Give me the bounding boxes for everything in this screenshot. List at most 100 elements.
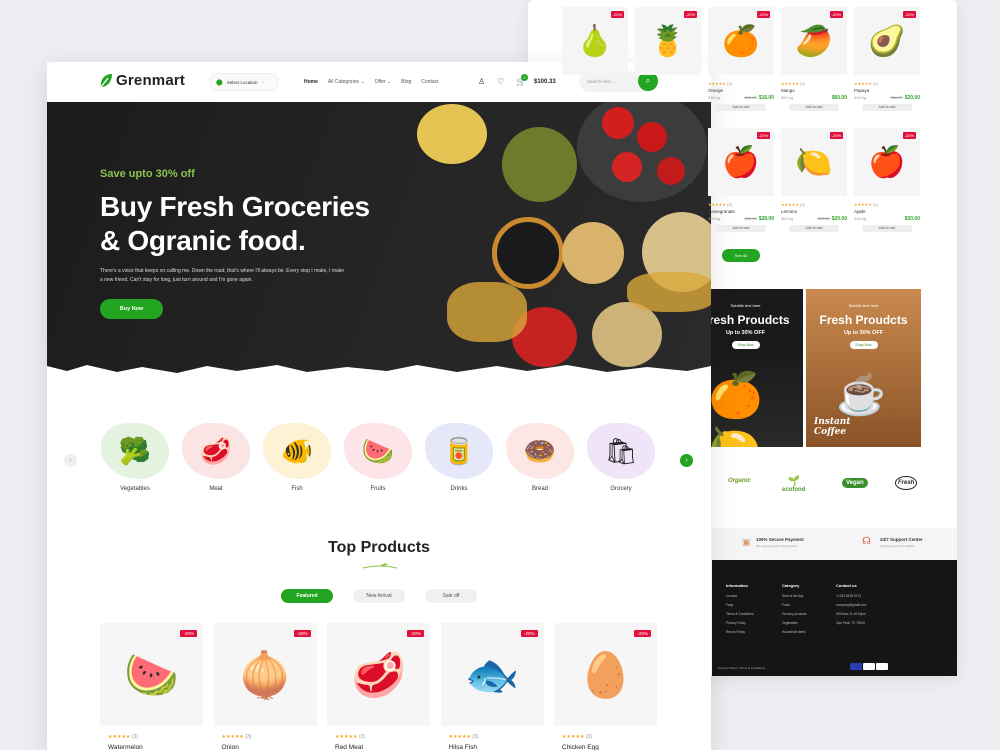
footer-link[interactable]: Contact (726, 594, 754, 598)
add-to-cart-button[interactable]: Add to cart (789, 225, 839, 232)
category-item[interactable]: 🍩 Bread (505, 423, 575, 492)
nav-offer[interactable]: Offer ⌄ (375, 79, 392, 85)
back-product-card[interactable]: 🥭 -20% ★★★★★ (3) Mango 500 kg $60.00 Add to ca… (781, 7, 847, 119)
nav-all-categories[interactable]: All Categories ⌄ (328, 79, 365, 85)
rating-stars: ★★★★★ (3) (854, 202, 878, 207)
back-product-card[interactable]: 🍋 -20% ★★★★★ (3) Lemons 500 kg $30.00 $20.00 Ad… (781, 128, 847, 240)
category-label: Meat (209, 486, 223, 492)
back-product-card[interactable]: 🍍 -20% (635, 7, 701, 119)
product-card[interactable]: 🐟 -20% ★★★★★ (3) Hilsa Fish (440, 623, 544, 750)
category-next-button[interactable]: › (680, 454, 693, 467)
discount-badge: -20% (902, 11, 916, 18)
rating-stars: ★★★★★ (3) (562, 734, 592, 740)
category-label: Fruits (370, 486, 386, 492)
brand-name: Grenmart (116, 72, 186, 89)
footer-link[interactable]: Vegetables (782, 621, 806, 625)
category-item[interactable]: 🥩 Meat (181, 423, 251, 492)
chevron-down-icon: ⌄ (261, 79, 266, 84)
discount-badge: -20% (756, 132, 770, 139)
product-icon: 🧅 (237, 650, 293, 700)
category-prev-button[interactable]: ‹ (64, 454, 77, 467)
footer-link[interactable]: Grocery products (782, 612, 806, 616)
product-card[interactable]: 🧅 -20% ★★★★★ (3) Onion (213, 623, 317, 750)
brand-logo-vegan: Vegan (842, 478, 868, 488)
footer-link[interactable]: Terms & Conditions (726, 612, 754, 616)
category-item[interactable]: 🥦 Vegetables (100, 423, 170, 492)
promo-shop-button[interactable]: Shop Now (731, 341, 760, 349)
rating-stars: ★★★★★ (3) (708, 81, 732, 86)
see-all-button[interactable]: See All (722, 249, 760, 262)
footer-link[interactable]: Household items (782, 630, 806, 634)
product-name: Red Meat (335, 744, 364, 750)
back-product-card[interactable]: 🍎 -20% ★★★★★ (3) Pomegranate 500 kg $35.00 $28… (708, 128, 774, 240)
tab-sale-off[interactable]: Sale off (425, 589, 477, 603)
trust-subtitle: Support anytime available (880, 544, 915, 548)
footer-link[interactable]: Deal of the day (782, 594, 806, 598)
add-to-cart-button[interactable]: Add to cart (789, 104, 839, 111)
footer-link[interactable]: 09:00am To 10:00pm (836, 612, 867, 616)
footer-link[interactable]: Fruits (782, 603, 806, 607)
tab-new-arrival[interactable]: New Arrival (353, 589, 405, 603)
product-icon: 🥭 (795, 24, 833, 58)
promo-shop-button[interactable]: Shop Now (849, 341, 878, 349)
promo-offer: Up to 30% OFF (843, 330, 884, 336)
back-product-card[interactable]: 🍎 -20% ★★★★★ (3) Apple 500 kg $30.00 Add to ca… (854, 128, 920, 240)
product-card[interactable]: 🍉 -20% ★★★★★ (3) Watermelon (100, 623, 203, 750)
tab-featured[interactable]: Featured (281, 589, 333, 603)
location-selector[interactable]: ⬤ Select Location ⌄ (209, 73, 279, 91)
product-icon: 🥑 (868, 24, 906, 58)
nav-blog[interactable]: Blog (401, 79, 411, 85)
user-icon[interactable]: ♙ (478, 77, 485, 86)
product-card[interactable]: 🥚 -20% ★★★★★ (3) Chicken Egg (554, 623, 657, 750)
chevron-left-icon: ‹ (69, 457, 72, 464)
buy-now-button[interactable]: Buy Now (100, 299, 163, 319)
discount-badge: -20% (829, 132, 843, 139)
trust-subtitle: We ensure secure transactions (756, 544, 798, 548)
category-item[interactable]: 🛍 Grocery (586, 423, 656, 492)
review-count: (3) (727, 81, 732, 86)
rating-stars: ★★★★★ (3) (335, 734, 365, 740)
brand-logo-ecofood: 🌱 ecofood (782, 476, 806, 493)
footer-link[interactable]: +1234 5678 9173 (836, 594, 867, 598)
footer-link[interactable]: Oqu Park, TX 75000 (836, 621, 867, 625)
price-group: $30.00 (903, 216, 920, 222)
review-count: (3) (358, 734, 365, 740)
card-icon (876, 663, 888, 670)
site-logo[interactable]: Grenmart (99, 72, 185, 89)
add-to-cart-button[interactable]: Add to cart (716, 104, 766, 111)
category-item[interactable]: 🥫 Drinks (424, 423, 494, 492)
rating-stars: ★★★★★ (3) (708, 202, 732, 207)
add-to-cart-button[interactable]: Add to cart (716, 225, 766, 232)
product-image: 🥚 -20% (554, 623, 657, 726)
footer-heading: Category (782, 583, 800, 588)
category-icon: 🥦 (118, 435, 152, 466)
footer-link[interactable]: company@gmail.com (836, 603, 867, 607)
nav-contact[interactable]: Contact (421, 79, 438, 85)
location-label: Select Location (226, 79, 258, 85)
product-image: 🍐 -20% (562, 7, 628, 75)
heart-icon[interactable]: ♡ (497, 77, 504, 86)
product-icon: 🍍 (649, 24, 687, 58)
product-image: 🍎 -20% (854, 128, 920, 196)
product-icon: 🥩 (351, 650, 406, 700)
product-icon: 🥚 (578, 650, 633, 700)
category-item[interactable]: 🍉 Fruits (343, 423, 413, 492)
footer-link[interactable]: Privacy Policy (726, 621, 754, 625)
back-product-card[interactable]: 🍐 -20% (562, 7, 628, 119)
add-to-cart-button[interactable]: Add to cart (862, 225, 912, 232)
price-group: $35.00 $28.00 (744, 216, 774, 222)
footer-link[interactable]: Faqs (726, 603, 754, 607)
category-icon: 🍉 (361, 435, 395, 466)
product-weight: 500 kg (854, 216, 867, 221)
category-item[interactable]: 🐠 Fish (262, 423, 332, 492)
promo-banner-coffee[interactable]: Subtitle text here Fresh Proudcts Up to … (806, 289, 921, 447)
footer-link[interactable]: Return Policy (726, 630, 754, 634)
trust-title: 100% Secure Payment (756, 537, 804, 542)
nav-home[interactable]: Home (304, 79, 318, 85)
price-group: $30.00 $16.00 (744, 95, 774, 101)
product-card[interactable]: 🥩 -20% ★★★★★ (3) Red Meat (327, 623, 430, 750)
back-product-card[interactable]: 🥑 -20% ★★★★★ (3) Papaya 500 kg $30.00 $20.00 Ad… (854, 7, 920, 119)
footer-category-column: Category Deal of the day Fruits Grocery pr… (782, 583, 806, 639)
add-to-cart-button[interactable]: Add to cart (862, 104, 912, 111)
back-product-card[interactable]: 🍊 -20% ★★★★★ (3) Orange 500 kg $30.00 $16.00 Ad… (708, 7, 774, 119)
